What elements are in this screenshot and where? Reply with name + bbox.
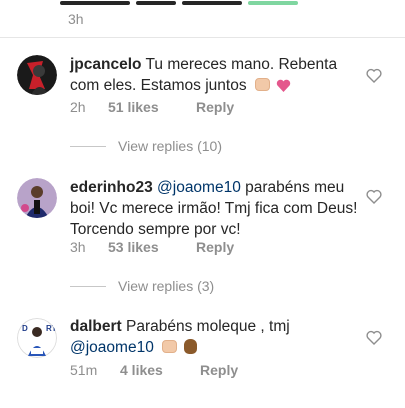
view-replies-label: View replies (10) [118, 138, 223, 154]
replies-line [70, 145, 106, 147]
mention-link[interactable]: @joaome10 [157, 179, 241, 196]
comment-text: jpcancelo Tu mereces mano. Rebenta com e… [70, 54, 370, 98]
pink-heart-icon [276, 77, 291, 98]
avatar[interactable] [17, 178, 57, 218]
comments-screen: 3h jpcancelo Tu mereces mano. Rebenta co… [0, 0, 405, 408]
reply-button[interactable]: Reply [200, 362, 238, 378]
comment-meta: 3h 53 likes Reply [70, 239, 234, 255]
next-comment-cut-text [30, 402, 360, 408]
comment-body: Parabéns moleque , tmj [126, 318, 290, 335]
comment-text: dalbert Parabéns moleque , tmj @joaome10 [70, 316, 370, 358]
reply-button[interactable]: Reply [196, 239, 234, 255]
comment-meta: 2h 51 likes Reply [70, 99, 234, 115]
previous-comment-cut-text [60, 0, 360, 5]
view-replies-button[interactable]: View replies (3) [70, 278, 214, 294]
divider [0, 37, 405, 38]
comment-time: 51m [70, 362, 98, 378]
mention-link[interactable]: @joaome10 [70, 339, 154, 356]
reply-button[interactable]: Reply [196, 99, 234, 115]
like-heart-icon[interactable] [366, 189, 382, 205]
svg-text:RT: RT [46, 324, 57, 333]
username[interactable]: ederinho23 [70, 179, 153, 196]
fist-icon [254, 78, 270, 91]
username[interactable]: dalbert [70, 318, 122, 335]
comment-meta: 51m 4 likes Reply [70, 362, 238, 378]
likes-count[interactable]: 4 likes [120, 362, 200, 378]
avatar[interactable] [17, 55, 57, 95]
avatar[interactable]: D RT [17, 318, 57, 358]
ok-hand-icon [184, 339, 198, 354]
comment-text: ederinho23 @joaome10 parabéns meu boi! V… [70, 177, 370, 240]
likes-count[interactable]: 51 likes [108, 99, 196, 115]
view-replies-label: View replies (3) [118, 278, 215, 294]
like-heart-icon[interactable] [366, 330, 382, 346]
svg-text:D: D [22, 324, 28, 333]
username[interactable]: jpcancelo [70, 56, 142, 73]
replies-line [70, 285, 106, 287]
comment-time: 2h [70, 99, 86, 115]
like-heart-icon[interactable] [366, 68, 382, 84]
fist-icon [162, 340, 178, 353]
previous-comment-time: 3h [68, 11, 84, 27]
comment-time: 3h [70, 239, 86, 255]
likes-count[interactable]: 53 likes [108, 239, 196, 255]
view-replies-button[interactable]: View replies (10) [70, 138, 222, 154]
